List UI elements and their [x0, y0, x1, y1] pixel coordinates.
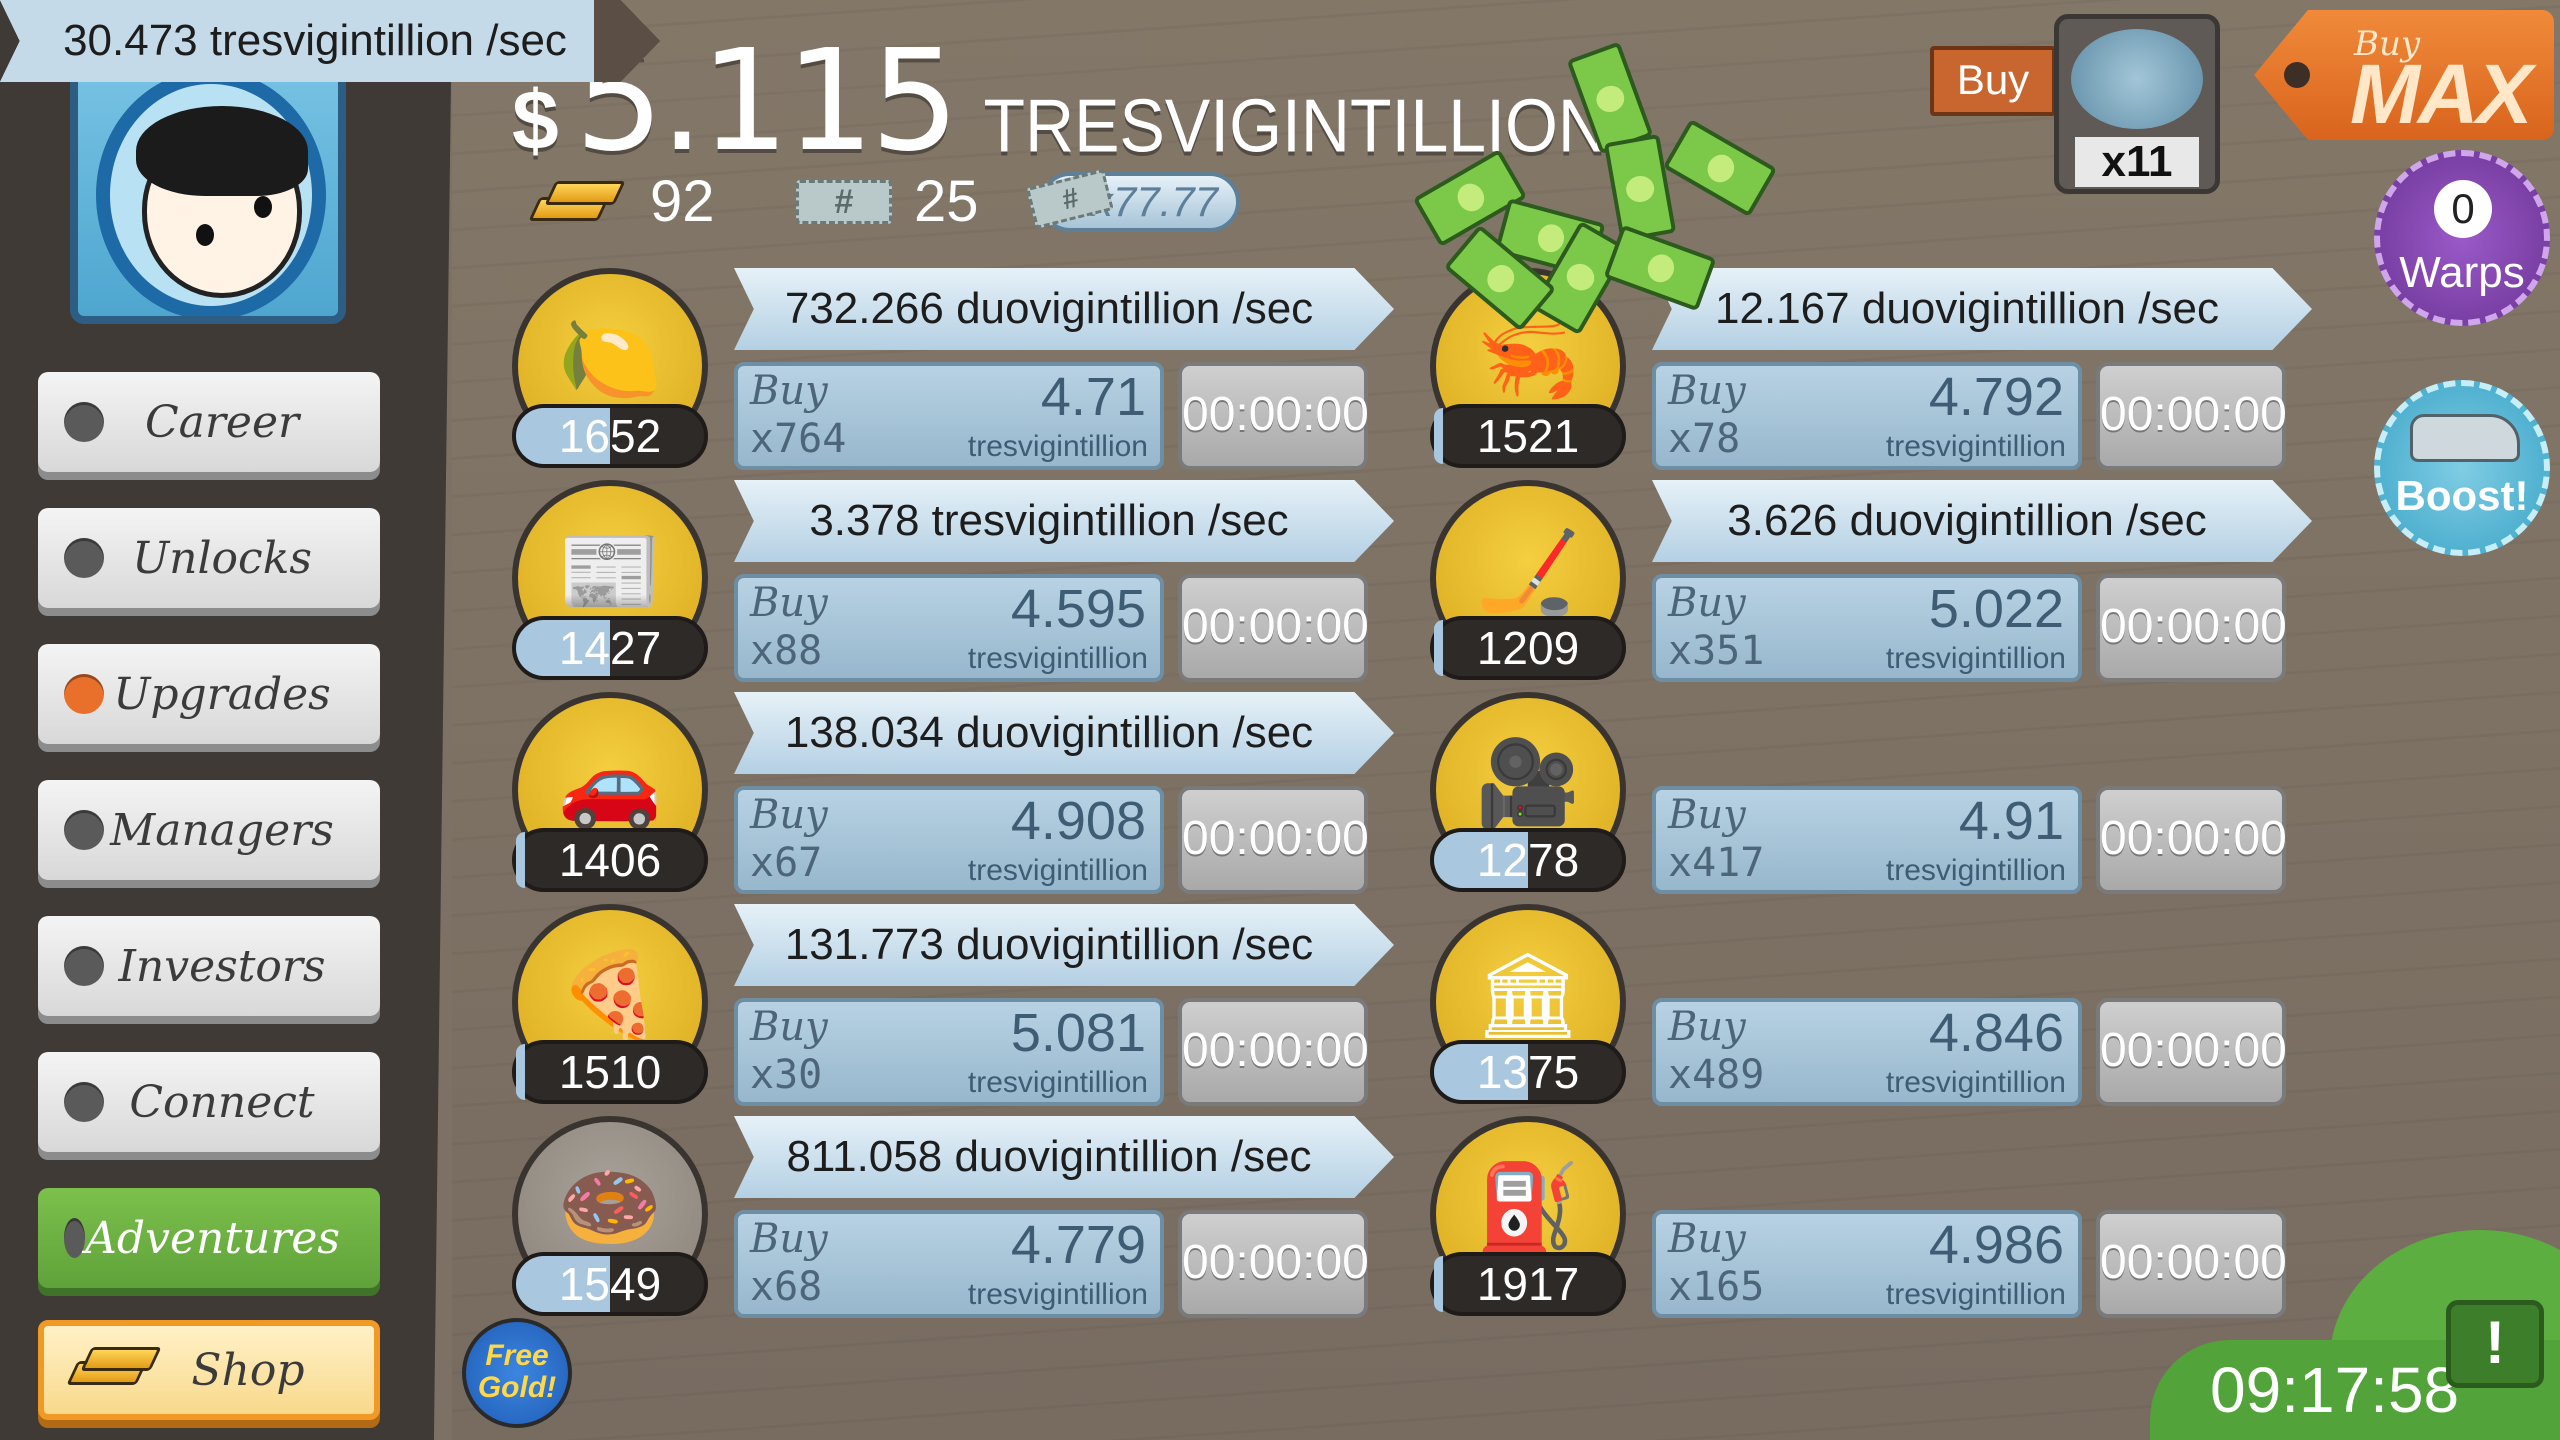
revenue-rate: 12.167 duovigintillion /sec	[1652, 268, 2312, 350]
hockey-icon: 🏒	[1475, 522, 1581, 620]
warps-count: 0	[2434, 180, 2492, 238]
owned-count: 1209	[1430, 616, 1626, 680]
shrimp-icon: 🦐	[1475, 310, 1581, 408]
cycle-timer: 00:00:00	[2096, 574, 2287, 682]
revenue-rate: 3.626 duovigintillion /sec	[1652, 480, 2312, 562]
cycle-timer: 00:00:00	[1178, 786, 1369, 894]
gold-count: 92	[650, 169, 715, 234]
owned-count: 1549	[512, 1252, 708, 1316]
buy-business-button[interactable]: Buy x30 5.081 tresvigintillion	[734, 998, 1164, 1106]
donut-icon: 🍩	[557, 1158, 663, 1256]
cycle-timer: 00:00:00	[1178, 362, 1369, 470]
money-display: $ 5.115 TRESVIGINTILLION	[512, 20, 1607, 183]
megabucks-icon: #	[796, 179, 892, 224]
warps-label: Warps	[2399, 248, 2525, 297]
megabucks-multiplier[interactable]: # x77.77	[1026, 168, 1240, 232]
owned-count: 1427	[512, 616, 708, 680]
newspaper-icon: 📰	[557, 522, 663, 620]
owned-count: 1652	[512, 404, 708, 468]
nav-career[interactable]: Career	[38, 372, 380, 472]
buy-business-button[interactable]: Buy x67 4.908 tresvigintillion	[734, 786, 1164, 894]
hair-icon	[136, 106, 308, 196]
nav-indicator	[64, 1082, 104, 1122]
time-machine-car-icon	[2410, 414, 2520, 462]
gold-stat: 92	[528, 168, 715, 235]
warps-button[interactable]: 0 Warps	[2374, 150, 2550, 326]
cycle-timer: 00:00:00	[2096, 786, 2287, 894]
buy-business-button[interactable]: Buy x417 4.91 tresvigintillion	[1652, 786, 2082, 894]
nav-indicator-active	[64, 674, 104, 714]
car-wash-icon: 🚗	[557, 734, 663, 832]
pizza-icon: 🍕	[557, 946, 663, 1044]
eye-icon	[196, 224, 214, 246]
cycle-timer: 00:00:00	[1178, 998, 1369, 1106]
tv-icon[interactable]: !	[2446, 1300, 2544, 1388]
owned-count: 1521	[1430, 404, 1626, 468]
cycle-timer: 00:00:00	[2096, 1210, 2287, 1318]
revenue-rate: 3.378 tresvigintillion /sec	[734, 480, 1394, 562]
cycle-timer: 00:00:00	[1178, 574, 1369, 682]
tag-hole-icon	[2284, 62, 2310, 88]
currency-symbol: $	[512, 73, 559, 167]
nav-connect[interactable]: Connect	[38, 1052, 380, 1152]
buy-business-button[interactable]: Buy x764 4.71 tresvigintillion	[734, 362, 1164, 470]
production-progress	[1434, 408, 1444, 464]
owned-count: 1510	[512, 1040, 708, 1104]
eye-icon	[254, 196, 272, 218]
gold-bars-icon	[62, 1347, 162, 1393]
boost-button[interactable]: Boost!	[2374, 380, 2550, 556]
owned-count: 1406	[512, 828, 708, 892]
revenue-rate: 732.266 duovigintillion /sec	[734, 268, 1394, 350]
lemon-icon: 🍋	[557, 310, 663, 408]
nav-investors[interactable]: Investors	[38, 916, 380, 1016]
buy-quantity-toggle[interactable]: x11	[2054, 14, 2220, 194]
production-progress	[516, 1044, 526, 1100]
nav-indicator	[64, 538, 104, 578]
buy-max-button[interactable]: Buy MAX	[2254, 10, 2554, 140]
money-unit: TRESVIGINTILLION	[983, 84, 1607, 168]
production-progress	[1434, 620, 1444, 676]
revenue-rate: 138.034 duovigintillion /sec	[734, 692, 1394, 774]
owned-count: 1375	[1430, 1040, 1626, 1104]
production-progress	[516, 832, 526, 888]
cycle-timer: 00:00:00	[1178, 1210, 1369, 1318]
movie-camera-icon: 🎥	[1475, 734, 1581, 832]
buy-label: Buy	[1930, 46, 2056, 116]
nav-shop[interactable]: Shop	[38, 1320, 380, 1420]
nav-indicator	[64, 402, 104, 442]
money-bags-icon	[2071, 29, 2203, 129]
buy-business-button[interactable]: Buy x489 4.846 tresvigintillion	[1652, 998, 2082, 1106]
bank-icon: 🏛	[1474, 946, 1582, 1044]
nav-indicator	[64, 946, 104, 986]
nav-managers[interactable]: Managers	[38, 780, 380, 880]
nav-indicator	[64, 810, 104, 850]
buy-business-button[interactable]: Buy x68 4.779 tresvigintillion	[734, 1210, 1164, 1318]
free-gold-button[interactable]: Free Gold!	[462, 1318, 572, 1428]
megabucks-count: 25	[914, 169, 979, 234]
nav-adventures[interactable]: Adventures	[38, 1188, 380, 1288]
owned-count: 1917	[1430, 1252, 1626, 1316]
buy-business-button[interactable]: Buy x351 5.022 tresvigintillion	[1652, 574, 2082, 682]
cycle-timer: 00:00:00	[2096, 998, 2287, 1106]
buy-business-button[interactable]: Buy x165 4.986 tresvigintillion	[1652, 1210, 2082, 1318]
megabucks-stat: # 25	[796, 168, 979, 235]
oil-rig-icon: ⛽	[1475, 1158, 1581, 1256]
buy-business-button[interactable]: Buy x78 4.792 tresvigintillion	[1652, 362, 2082, 470]
production-progress	[1434, 1256, 1444, 1312]
revenue-rate: 30.473 tresvigintillion /sec	[0, 0, 660, 82]
owned-count: 1278	[1430, 828, 1626, 892]
revenue-rate: 131.773 duovigintillion /sec	[734, 904, 1394, 986]
cycle-timer: 00:00:00	[2096, 362, 2287, 470]
nav-indicator	[64, 1218, 86, 1258]
nav-unlocks[interactable]: Unlocks	[38, 508, 380, 608]
nav-upgrades[interactable]: Upgrades	[38, 644, 380, 744]
revenue-rate: 811.058 duovigintillion /sec	[734, 1116, 1394, 1198]
gold-bars-icon	[528, 179, 628, 225]
buy-business-button[interactable]: Buy x88 4.595 tresvigintillion	[734, 574, 1164, 682]
